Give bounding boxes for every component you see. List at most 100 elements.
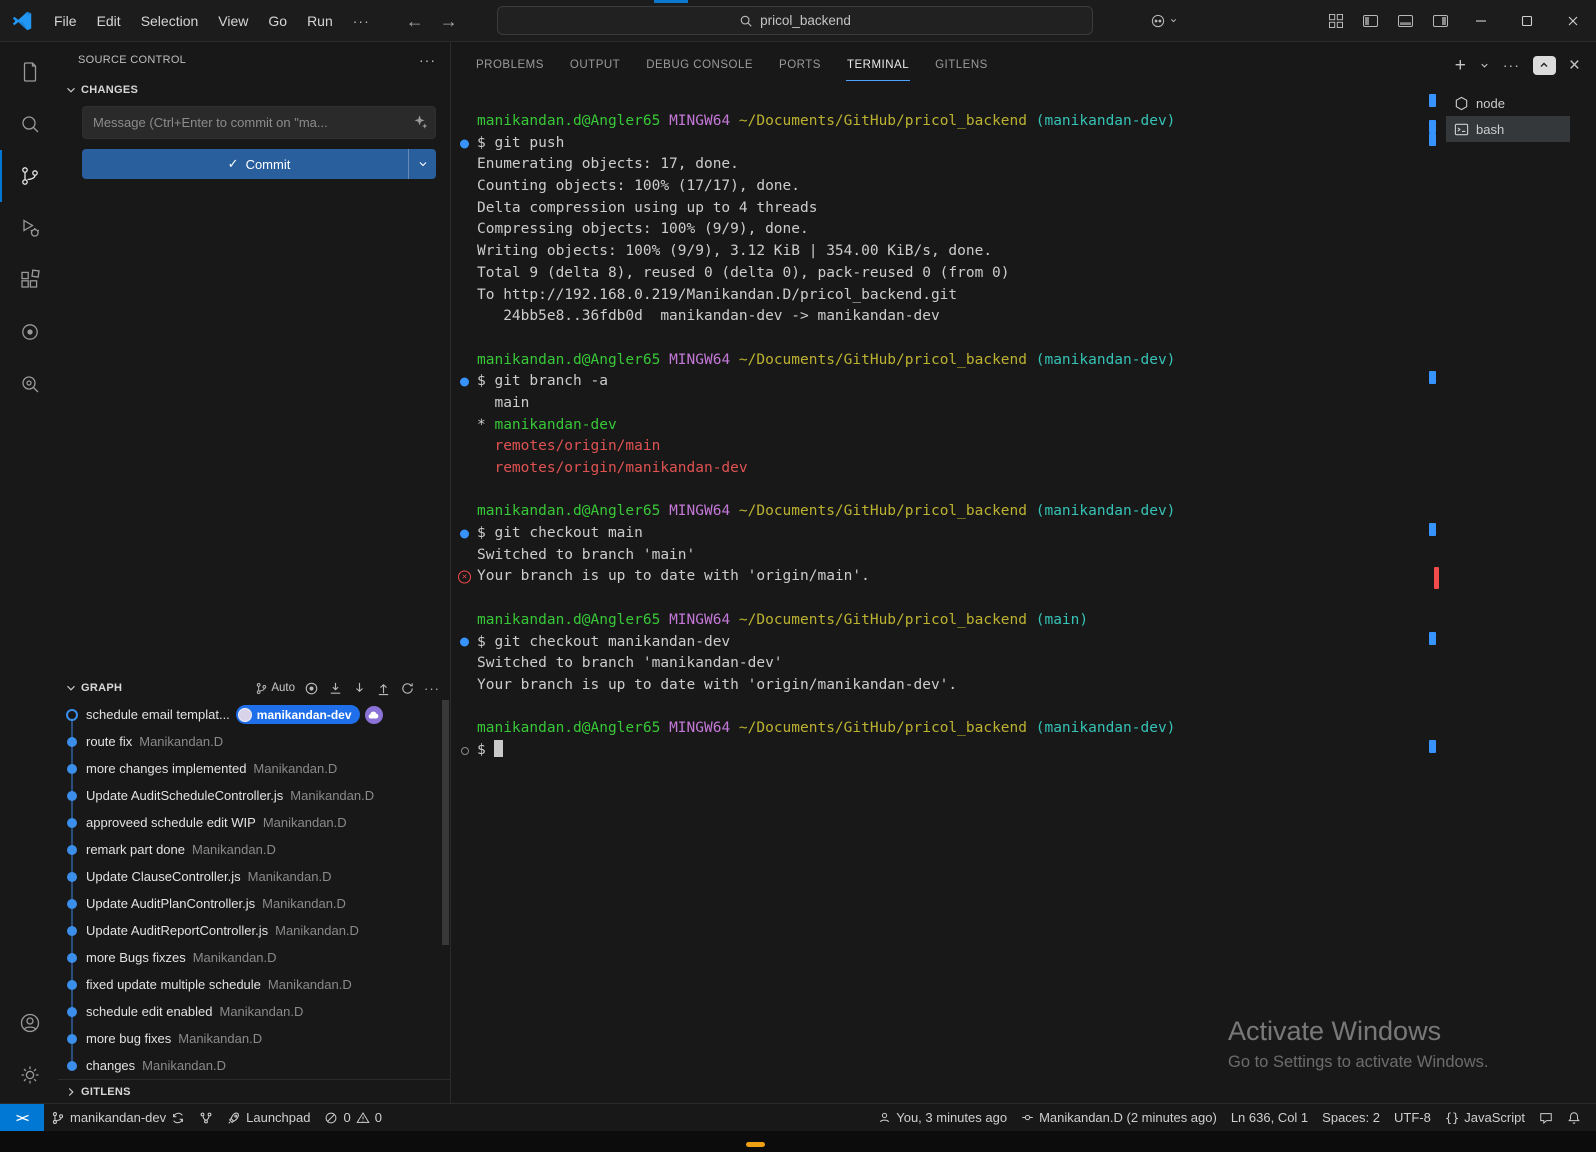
graph-commit-row[interactable]: fixed update multiple scheduleManikandan… [58, 971, 450, 998]
terminal-tab-bash[interactable]: bash [1446, 116, 1570, 142]
commit-author: Manikandan.D [275, 923, 359, 938]
blame-annotation[interactable]: You, 3 minutes ago [871, 1104, 1014, 1131]
menu-selection[interactable]: Selection [131, 0, 209, 41]
sidebar-scrollbar[interactable] [442, 700, 449, 945]
graph-commit-row[interactable]: Update ClauseController.jsManikandan.D [58, 863, 450, 890]
graph-commit-row[interactable]: more bug fixesManikandan.D [58, 1025, 450, 1052]
terminal-tab-node[interactable]: node [1446, 90, 1570, 116]
graph-branch-filter[interactable]: Auto [255, 682, 295, 695]
graph-section-header[interactable]: GRAPH Auto [58, 675, 450, 701]
menu-edit[interactable]: Edit [87, 0, 131, 41]
graph-push-icon[interactable] [376, 681, 391, 696]
branch-indicator[interactable]: manikandan-dev [44, 1104, 192, 1131]
cursor-position[interactable]: Ln 636, Col 1 [1224, 1104, 1315, 1131]
changes-section-header[interactable]: CHANGES [58, 78, 450, 102]
notifications-bell-icon[interactable] [1560, 1104, 1588, 1131]
toggle-secondary-sidebar-icon[interactable] [1423, 0, 1458, 41]
command-success-icon[interactable] [460, 378, 469, 387]
maximize-button[interactable] [1504, 0, 1550, 41]
toggle-panel-icon[interactable] [1388, 0, 1423, 41]
tab-ports[interactable]: PORTS [766, 42, 834, 88]
graph-commit-row[interactable]: more Bugs fixzesManikandan.D [58, 944, 450, 971]
graph-commit-row[interactable]: schedule email templat...manikandan-dev [58, 701, 450, 728]
menu-view[interactable]: View [208, 0, 258, 41]
graph-commit-row[interactable]: changesManikandan.D [58, 1052, 450, 1079]
run-debug-icon[interactable] [0, 202, 58, 254]
go-back-button[interactable]: ← [406, 12, 424, 30]
toggle-primary-sidebar-icon[interactable] [1353, 0, 1388, 41]
graph-fetch-icon[interactable] [328, 681, 343, 696]
gitlens-inspect-icon[interactable] [0, 358, 58, 410]
commit-author: Manikandan.D [263, 815, 347, 830]
graph-commit-row[interactable]: schedule edit enabledManikandan.D [58, 998, 450, 1025]
graph-commit-row[interactable]: remark part doneManikandan.D [58, 836, 450, 863]
extensions-icon[interactable] [0, 254, 58, 306]
tab-gitlens[interactable]: GITLENS [922, 42, 1001, 88]
graph-pull-icon[interactable] [352, 681, 367, 696]
cloud-icon[interactable] [365, 706, 383, 724]
branch-badge[interactable]: manikandan-dev [236, 705, 360, 724]
graph-commit-row[interactable]: Update AuditPlanController.jsManikandan.… [58, 890, 450, 917]
terminal-line: Counting objects: 100% (17/17), done. [477, 176, 1400, 198]
gitlens-icon[interactable] [0, 306, 58, 358]
gitlens-section-header[interactable]: GITLENS [58, 1079, 450, 1103]
encoding-indicator[interactable]: UTF-8 [1387, 1104, 1438, 1131]
search-box[interactable]: pricol_backend [497, 6, 1093, 35]
problems-indicator[interactable]: 0 0 [317, 1104, 388, 1131]
commit-dropdown-button[interactable] [408, 149, 436, 179]
commit-dot [67, 980, 77, 990]
graph-more-button[interactable]: ··· [424, 681, 440, 696]
language-text: JavaScript [1464, 1110, 1525, 1125]
command-success-icon[interactable] [460, 529, 469, 538]
settings-gear-icon[interactable] [0, 1049, 58, 1101]
copilot-sparkle-icon[interactable] [413, 114, 428, 129]
new-terminal-button[interactable]: + [1455, 56, 1466, 75]
commit-author: Manikandan.D [193, 950, 277, 965]
panel-more-button[interactable]: ··· [1503, 57, 1520, 73]
sidebar-more-button[interactable]: ··· [419, 52, 436, 68]
customize-layout-icon[interactable] [1319, 0, 1353, 41]
graph-commit-row[interactable]: more changes implementedManikandan.D [58, 755, 450, 782]
command-success-icon[interactable] [460, 638, 469, 647]
menu-go[interactable]: Go [258, 0, 297, 41]
account-icon[interactable] [0, 997, 58, 1049]
tab-problems[interactable]: PROBLEMS [463, 42, 557, 88]
tab-debug-console[interactable]: DEBUG CONSOLE [633, 42, 766, 88]
menu-run[interactable]: Run [297, 0, 343, 41]
person-icon [878, 1111, 891, 1124]
close-button[interactable] [1550, 0, 1596, 41]
graph-commit-row[interactable]: route fixManikandan.D [58, 728, 450, 755]
command-running-icon[interactable] [461, 747, 469, 755]
command-success-icon[interactable] [460, 139, 469, 148]
launchpad-button[interactable]: Launchpad [220, 1104, 317, 1131]
graph-commit-row[interactable]: Update AuditReportController.jsManikanda… [58, 917, 450, 944]
graph-commit-row[interactable]: Update AuditScheduleController.jsManikan… [58, 782, 450, 809]
git-graph-button[interactable] [192, 1104, 220, 1131]
indentation-indicator[interactable]: Spaces: 2 [1315, 1104, 1387, 1131]
graph-commit-row[interactable]: approveed schedule edit WIPManikandan.D [58, 809, 450, 836]
menu-overflow-button[interactable]: ··· [343, 0, 380, 41]
tab-terminal[interactable]: TERMINAL [834, 42, 922, 88]
minimize-button[interactable] [1458, 0, 1504, 41]
commit-message-input[interactable] [82, 106, 436, 139]
tab-output[interactable]: OUTPUT [557, 42, 633, 88]
graph-refresh-icon[interactable] [400, 681, 415, 696]
copilot-icon[interactable] [1140, 0, 1187, 41]
maximize-panel-button[interactable] [1533, 56, 1556, 75]
terminal-output[interactable]: manikandan.d@Angler65 MINGW64 ~/Document… [451, 88, 1446, 762]
remote-indicator[interactable]: >< [0, 1104, 44, 1131]
terminal-profile-dropdown[interactable] [1479, 60, 1490, 71]
search-activity-icon[interactable] [0, 98, 58, 150]
language-mode[interactable]: {} JavaScript [1438, 1104, 1532, 1131]
graph-target-icon[interactable] [304, 681, 319, 696]
go-forward-button[interactable]: → [440, 12, 458, 30]
commit-button[interactable]: ✓ Commit [82, 149, 436, 179]
menu-file[interactable]: File [44, 0, 87, 41]
vscode-logo-icon[interactable] [0, 10, 44, 32]
command-failed-icon[interactable] [458, 571, 471, 584]
source-control-icon[interactable] [0, 150, 58, 202]
close-panel-button[interactable]: × [1569, 56, 1580, 75]
explorer-icon[interactable] [0, 46, 58, 98]
commit-info[interactable]: Manikandan.D (2 minutes ago) [1014, 1104, 1224, 1131]
feedback-icon[interactable] [1532, 1104, 1560, 1131]
